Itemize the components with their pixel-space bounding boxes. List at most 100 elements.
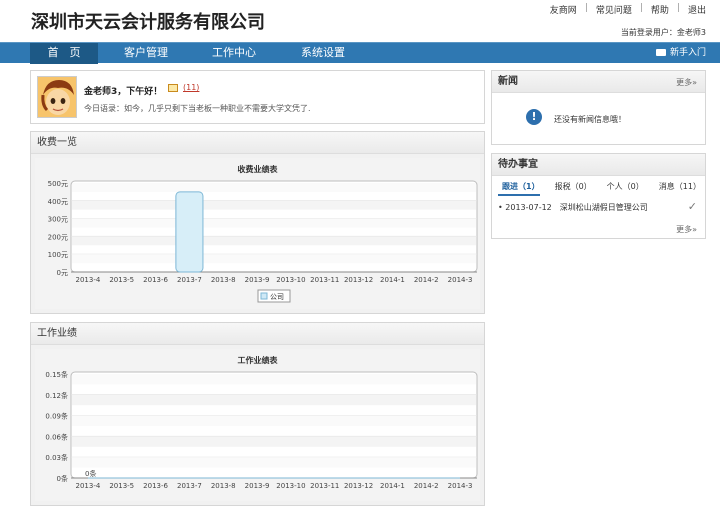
- x-tick-label: 2013-5: [109, 276, 134, 284]
- y-tick-label: 400元: [48, 198, 68, 206]
- todo-company: 深圳松山湖假日管理公司: [559, 203, 648, 212]
- checkmark-icon[interactable]: ✓: [688, 200, 697, 213]
- news-more-link[interactable]: 更多»: [676, 77, 697, 88]
- news-panel: 新闻 更多» ! 还没有新闻信息哦！: [491, 70, 706, 145]
- legend-swatch: [260, 292, 268, 300]
- x-tick-label: 2013-4: [76, 482, 101, 490]
- main-nav: 首 页 客户管理 工作中心 系统设置 新手入门: [0, 42, 720, 64]
- y-tick-label: 0.06条: [45, 432, 68, 441]
- todo-tabs: 跟进（1） 报税（0） 个人（0） 消息（11）: [502, 181, 716, 192]
- x-tick-label: 2013-11: [310, 276, 339, 284]
- grid-band: [72, 200, 476, 210]
- book-icon: [655, 49, 666, 56]
- beginner-guide-link[interactable]: 新手入门: [655, 43, 706, 63]
- cartoon-avatar-icon: [38, 77, 76, 117]
- work-chart-svg: 0条 0.03条 0.06条 0.09条 0.12条 0.15条 2013-4 2013-5 2…: [45, 370, 478, 490]
- todo-title: 待办事宜: [492, 154, 705, 176]
- grid-band: [72, 218, 476, 228]
- y-tick-label: 0元: [57, 269, 68, 277]
- x-tick-label: 2013-6: [143, 482, 168, 490]
- x-tick-label: 2013-4: [76, 276, 101, 284]
- grid-band: [72, 415, 476, 426]
- link-partner-site[interactable]: 友商网: [550, 3, 577, 16]
- x-tick-label: 2013-6: [143, 276, 168, 284]
- x-tick-label: 2013-7: [177, 482, 202, 490]
- divider: |: [584, 3, 588, 13]
- x-tick-label: 2013-7: [177, 276, 202, 284]
- mail-notification[interactable]: (11): [168, 83, 199, 92]
- y-tick-label: 300元: [48, 216, 68, 224]
- news-empty-message: 还没有新闻信息哦！: [554, 115, 626, 124]
- tab-personal[interactable]: 个人（0）: [607, 181, 644, 192]
- y-tick-label: 500元: [48, 180, 68, 188]
- daily-quote: 今日语录：如今，几乎只剩下当老板一种职业不需要大学文凭了.: [84, 104, 311, 113]
- y-tick-label: 0.09条: [45, 412, 68, 421]
- grid-band: [72, 457, 476, 468]
- nav-customer-management[interactable]: 客户管理: [113, 43, 179, 64]
- grid-band: [72, 236, 476, 246]
- x-tick-label: 2013-8: [211, 482, 236, 490]
- nav-home[interactable]: 首 页: [30, 43, 98, 64]
- link-logout[interactable]: 退出: [688, 3, 706, 16]
- y-tick-label: 0.03条: [45, 453, 68, 462]
- current-user-label: 当前登录用户：金老师3: [620, 28, 706, 37]
- x-tick-label: 2014-2: [414, 482, 439, 490]
- y-tick-label: 0条: [57, 474, 68, 483]
- x-tick-label: 2013-8: [211, 276, 236, 284]
- link-help[interactable]: 帮助: [651, 3, 669, 16]
- x-tick-label: 2013-12: [344, 276, 373, 284]
- legend-label: 公司: [270, 293, 284, 301]
- greeting-text: 金老师3，下午好！: [84, 87, 163, 97]
- x-tick-label: 2014-1: [380, 276, 405, 284]
- work-chart-area: 工作业绩表 0条 0.03条 0.06条 0.09条 0.12条 0.15条 2013-4 2…: [35, 349, 480, 501]
- x-tick-label: 2014-3: [448, 276, 473, 284]
- news-title: 新闻: [492, 71, 705, 93]
- todo-more-link[interactable]: 更多»: [676, 224, 697, 235]
- grid-band: [72, 183, 476, 192]
- avatar: [37, 76, 77, 118]
- tab-tax[interactable]: 报税（0）: [555, 181, 592, 192]
- fee-overview-panel: 收费一览 收费业绩表 0元 100元 200元 300元 400元 500元 2013-4 2…: [30, 131, 485, 314]
- envelope-icon: [168, 83, 178, 92]
- x-tick-label: 2013-9: [245, 482, 270, 490]
- x-tick-label: 2013-12: [344, 482, 373, 490]
- nav-system-settings[interactable]: 系统设置: [290, 43, 356, 64]
- fee-panel-title: 收费一览: [31, 132, 484, 154]
- tab-messages[interactable]: 消息（11）: [659, 181, 701, 192]
- tab-follow-up[interactable]: 跟进（1）: [502, 181, 540, 192]
- grid-band: [72, 374, 476, 385]
- x-tick-label: 2013-10: [276, 276, 305, 284]
- todo-panel: 待办事宜 跟进（1） 报税（0） 个人（0） 消息（11） • 2013-07-…: [491, 153, 706, 239]
- y-tick-label: 0.15条: [45, 370, 68, 379]
- y-tick-label: 0.12条: [45, 391, 68, 400]
- x-tick-label: 2014-3: [448, 482, 473, 490]
- company-logo-text: 深圳市天云会计服务有限公司: [31, 12, 265, 33]
- divider: |: [639, 3, 643, 13]
- grid-band: [72, 436, 476, 447]
- x-tick-label: 2014-2: [414, 276, 439, 284]
- y-tick-label: 200元: [48, 233, 68, 241]
- data-label: 0条: [85, 469, 96, 478]
- top-links: 友商网 | 常见问题 | 帮助 | 退出: [550, 3, 706, 16]
- x-tick-label: 2013-10: [276, 482, 305, 490]
- header: 深圳市天云会计服务有限公司 友商网 | 常见问题 | 帮助 | 退出 当前登录用户：金…: [0, 0, 720, 42]
- work-panel-title: 工作业绩: [31, 323, 484, 345]
- x-tick-label: 2013-9: [245, 276, 270, 284]
- grid-band: [72, 254, 476, 264]
- link-faq[interactable]: 常见问题: [596, 3, 632, 16]
- grid-band: [72, 394, 476, 406]
- y-tick-label: 100元: [48, 251, 68, 259]
- fee-chart-svg: 0元 100元 200元 300元 400元 500元 2013-4 2013-5 2013-6…: [48, 180, 478, 303]
- welcome-panel: 金老师3，下午好！ (11) 今日语录：如今，几乎只剩下当老板一种职业不需要大学…: [30, 70, 485, 124]
- x-tick-label: 2013-5: [109, 482, 134, 490]
- todo-date: • 2013-07-12: [498, 203, 552, 212]
- bar: [175, 191, 204, 273]
- beginner-guide-label: 新手入门: [669, 48, 706, 58]
- nav-work-center[interactable]: 工作中心: [201, 43, 267, 64]
- divider: |: [676, 3, 680, 13]
- info-icon: !: [526, 109, 542, 125]
- list-item[interactable]: • 2013-07-12 深圳松山湖假日管理公司: [498, 202, 648, 213]
- mail-count: (11): [183, 83, 200, 92]
- active-tab-underline: [498, 194, 540, 196]
- fee-chart-area: 收费业绩表 0元 100元 200元 300元 400元 500元 2013-4 2013-5…: [35, 158, 480, 309]
